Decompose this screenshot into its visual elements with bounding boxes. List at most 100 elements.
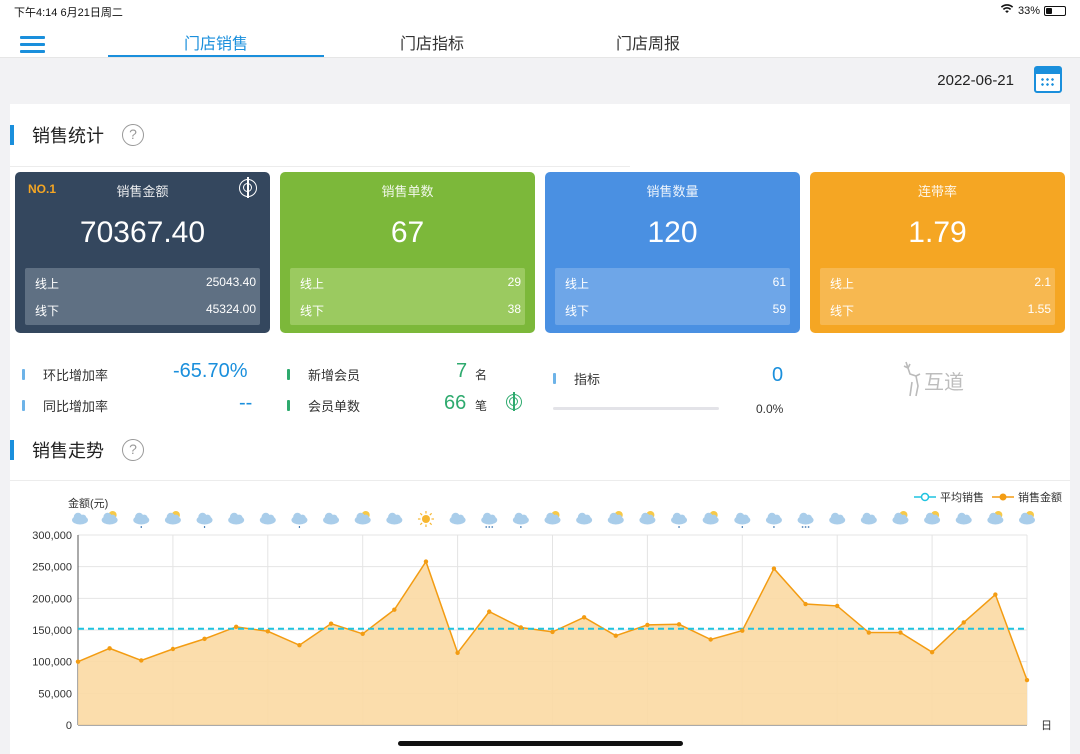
data-point bbox=[866, 630, 872, 635]
cloud-puff bbox=[299, 514, 306, 522]
cloud-puff bbox=[520, 514, 528, 522]
target-percent: 0.0% bbox=[756, 402, 784, 416]
nav-bar: 门店销售 门店指标 门店周报 bbox=[0, 22, 1080, 58]
card-value: 120 bbox=[647, 216, 698, 249]
member-orders-value: 66 bbox=[444, 392, 467, 414]
data-point bbox=[75, 659, 81, 664]
tab-store-weekly[interactable]: 门店周报 bbox=[540, 30, 756, 54]
deer-icon bbox=[903, 361, 921, 397]
online-label: 线上 bbox=[830, 277, 855, 291]
cloud-puff bbox=[552, 514, 559, 522]
online-value: 2.1 bbox=[1034, 275, 1051, 289]
offline-value: 38 bbox=[507, 302, 521, 316]
data-point bbox=[993, 592, 998, 597]
data-point bbox=[455, 650, 460, 655]
metric-marker bbox=[553, 373, 556, 384]
cloud-puff bbox=[583, 514, 591, 522]
cloud-puff bbox=[741, 514, 749, 522]
new-members-unit: 名 bbox=[475, 368, 488, 382]
cloud-puff bbox=[1026, 514, 1034, 522]
metric-marker bbox=[287, 400, 290, 411]
snow-dot bbox=[801, 526, 804, 528]
y-axis-label: 金额(元) bbox=[68, 496, 108, 510]
online-value: 29 bbox=[507, 275, 521, 289]
member-target-icon[interactable] bbox=[506, 392, 522, 411]
tab-store-sales[interactable]: 门店销售 bbox=[108, 30, 324, 54]
status-right: 33% bbox=[1000, 4, 1066, 17]
offline-label: 线下 bbox=[35, 304, 60, 318]
data-point bbox=[550, 629, 555, 635]
card-breakdown: 线上 61 线下 59 bbox=[555, 268, 790, 325]
card-value: 1.79 bbox=[908, 216, 967, 249]
online-value: 25043.40 bbox=[205, 275, 256, 289]
data-point bbox=[898, 630, 903, 635]
metric-marker bbox=[22, 400, 25, 411]
cloud-puff bbox=[773, 514, 781, 522]
online-label: 线上 bbox=[35, 277, 60, 291]
online-value: 61 bbox=[772, 275, 786, 289]
battery-percent: 33% bbox=[1017, 4, 1040, 17]
status-time: 下午4:14 6月21日周二 bbox=[14, 7, 123, 19]
snow-dot bbox=[807, 526, 810, 528]
member-orders-label-row: 会员单数 bbox=[287, 396, 360, 415]
snow-dot bbox=[485, 526, 488, 528]
y-tick-label: 0 bbox=[66, 720, 72, 732]
data-point bbox=[107, 646, 112, 651]
card-breakdown: 线上 2.1 线下 1.55 bbox=[820, 268, 1055, 325]
cloud-puff bbox=[615, 514, 623, 522]
active-tab-indicator bbox=[108, 55, 324, 57]
logo-text: 互道 bbox=[924, 370, 964, 394]
mom-growth-label: 环比增加率 bbox=[43, 368, 109, 383]
y-tick-label: 100,000 bbox=[32, 657, 72, 669]
card-sales-amount[interactable]: NO.1 销售金额 70367.40 线上 25043.40 线下 45324.00 bbox=[15, 172, 270, 333]
card-breakdown: 线上 25043.40 线下 45324.00 bbox=[25, 268, 260, 325]
cloud-puff bbox=[109, 514, 117, 522]
cloud-puff bbox=[868, 514, 876, 522]
offline-value: 59 bbox=[772, 302, 786, 316]
sales-trend-header: 销售走势 ? bbox=[10, 437, 144, 463]
mom-growth-label-row: 环比增加率 bbox=[22, 365, 108, 384]
member-orders-unit: 笔 bbox=[475, 399, 488, 413]
card-title: 销售金额 bbox=[116, 184, 169, 199]
home-indicator bbox=[398, 741, 683, 746]
card-value: 67 bbox=[390, 216, 425, 249]
target-icon[interactable] bbox=[239, 177, 257, 198]
data-point bbox=[392, 607, 397, 612]
calendar-icon[interactable] bbox=[1034, 66, 1062, 93]
status-bar: 下午4:14 6月21日周二 33% bbox=[0, 0, 1080, 22]
data-point bbox=[1024, 677, 1030, 683]
offline-label: 线下 bbox=[830, 304, 855, 318]
tab-store-targets[interactable]: 门店指标 bbox=[324, 30, 540, 54]
card-order-count[interactable]: 销售单数 67 线上 29 线下 38 bbox=[280, 172, 535, 333]
sales-stats-title: 销售统计 bbox=[32, 126, 104, 146]
data-point bbox=[676, 622, 682, 627]
cloud-puff bbox=[172, 514, 180, 522]
sun-ray bbox=[429, 522, 433, 526]
menu-icon[interactable] bbox=[20, 36, 45, 54]
data-point bbox=[771, 566, 777, 571]
card-attach-rate[interactable]: 连带率 1.79 线上 2.1 线下 1.55 bbox=[810, 172, 1065, 333]
cloud-puff bbox=[678, 514, 686, 522]
offline-label: 线下 bbox=[565, 304, 590, 318]
mom-growth-value: -65.70% bbox=[173, 360, 248, 382]
cloud-puff bbox=[267, 514, 275, 522]
online-label: 线上 bbox=[300, 277, 325, 291]
new-members-label-row: 新增会员 bbox=[287, 365, 360, 384]
sales-trend-chart: 平均销售 销售金额 金额(元) 0 50,000 100,000 150,000 200,… bbox=[10, 480, 1070, 754]
y-tick-label: 300,000 bbox=[32, 530, 72, 542]
divider bbox=[10, 166, 630, 167]
help-icon[interactable]: ? bbox=[122, 439, 144, 461]
data-point bbox=[961, 620, 966, 625]
card-quantity[interactable]: 销售数量 120 线上 61 线下 59 bbox=[545, 172, 800, 333]
cloud-puff bbox=[362, 514, 370, 522]
data-point bbox=[170, 646, 176, 652]
data-point bbox=[518, 625, 524, 630]
cloud-puff bbox=[457, 514, 464, 522]
metric-marker bbox=[287, 369, 290, 380]
help-icon[interactable]: ? bbox=[122, 124, 144, 146]
selected-date[interactable]: 2022-06-21 bbox=[937, 72, 1014, 89]
cloud-puff bbox=[235, 514, 243, 522]
y-tick-label: 150,000 bbox=[32, 625, 72, 637]
data-point bbox=[645, 622, 650, 628]
cloud-puff bbox=[836, 514, 844, 522]
